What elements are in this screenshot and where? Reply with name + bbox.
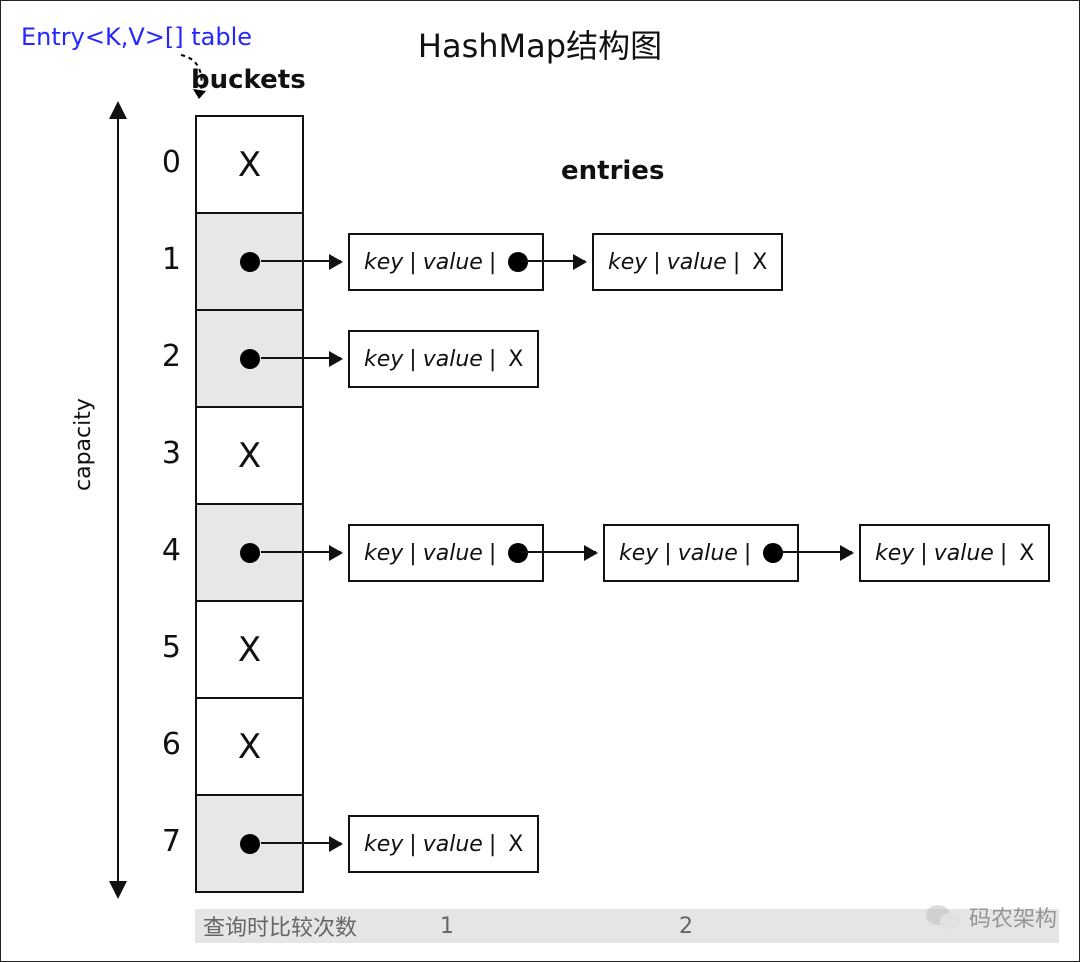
entry-key: key <box>364 250 403 275</box>
entry-key: key <box>875 541 914 566</box>
entry-value: value <box>423 347 483 372</box>
entry-node: key| value| X <box>592 233 783 291</box>
pointer-dot-icon <box>508 252 528 272</box>
null-marker: X <box>1019 541 1034 566</box>
entry-key: key <box>364 347 403 372</box>
pointer-dot-icon <box>240 834 260 854</box>
diagram-title: HashMap结构图 <box>1 21 1079 67</box>
entry-value: value <box>678 541 738 566</box>
entry-key: key <box>364 832 403 857</box>
bucket-index: 7 <box>141 824 181 859</box>
entry-key: key <box>619 541 658 566</box>
link-arrow <box>261 842 341 844</box>
entry-key: key <box>608 250 647 275</box>
watermark-text: 码农架构 <box>969 901 1057 933</box>
bucket-index: 3 <box>141 436 181 471</box>
entry-value: value <box>423 832 483 857</box>
entry-node: key| value| <box>348 524 544 582</box>
arrow-up-icon <box>109 101 127 119</box>
entry-value: value <box>423 541 483 566</box>
watermark: 码农架构 <box>925 901 1057 933</box>
null-marker: X <box>238 145 261 185</box>
footer-col-1: 1 <box>440 914 454 939</box>
null-marker: X <box>508 832 523 857</box>
pointer-dot-icon <box>508 543 528 563</box>
bucket-index: 1 <box>141 242 181 277</box>
bucket-cell: X <box>197 406 302 503</box>
entry-node: key| value| X <box>859 524 1050 582</box>
link-arrow <box>521 551 596 553</box>
bucket-index: 2 <box>141 339 181 374</box>
bucket-index: 0 <box>141 145 181 180</box>
null-marker: X <box>238 436 261 476</box>
bucket-cell: X <box>197 115 302 212</box>
entry-node: key| value| X <box>348 815 539 873</box>
pointer-dot-icon <box>240 252 260 272</box>
link-arrow <box>261 551 341 553</box>
null-marker: X <box>238 630 261 670</box>
null-marker: X <box>752 250 767 275</box>
null-marker: X <box>508 347 523 372</box>
null-marker: X <box>238 727 261 767</box>
wechat-icon <box>925 902 961 932</box>
pointer-dot-icon <box>763 543 783 563</box>
entry-value: value <box>423 250 483 275</box>
footer-col-2: 2 <box>679 914 693 939</box>
diagram-frame: Entry<K,V>[] table HashMap结构图 buckets en… <box>0 0 1080 962</box>
bucket-array: X X X X <box>195 115 304 893</box>
entry-node: key| value| <box>348 233 544 291</box>
bucket-cell: X <box>197 697 302 794</box>
capacity-axis-label: capacity <box>71 398 96 491</box>
bucket-index: 5 <box>141 630 181 665</box>
entry-node: key| value| <box>603 524 799 582</box>
pointer-dot-icon <box>240 349 260 369</box>
entries-heading: entries <box>561 156 664 186</box>
link-arrow <box>261 357 341 359</box>
entry-node: key| value| X <box>348 330 539 388</box>
footer-label: 查询时比较次数 <box>195 910 357 942</box>
link-arrow <box>261 260 341 262</box>
pointer-arrow <box>171 51 231 111</box>
bucket-index: 6 <box>141 727 181 762</box>
link-arrow <box>777 551 852 553</box>
bucket-index: 4 <box>141 533 181 568</box>
arrow-down-icon <box>109 881 127 899</box>
entry-key: key <box>364 541 403 566</box>
pointer-dot-icon <box>240 543 260 563</box>
bucket-cell: X <box>197 600 302 697</box>
link-arrow <box>521 260 585 262</box>
capacity-axis <box>117 115 119 885</box>
entry-value: value <box>667 250 727 275</box>
entry-value: value <box>934 541 994 566</box>
